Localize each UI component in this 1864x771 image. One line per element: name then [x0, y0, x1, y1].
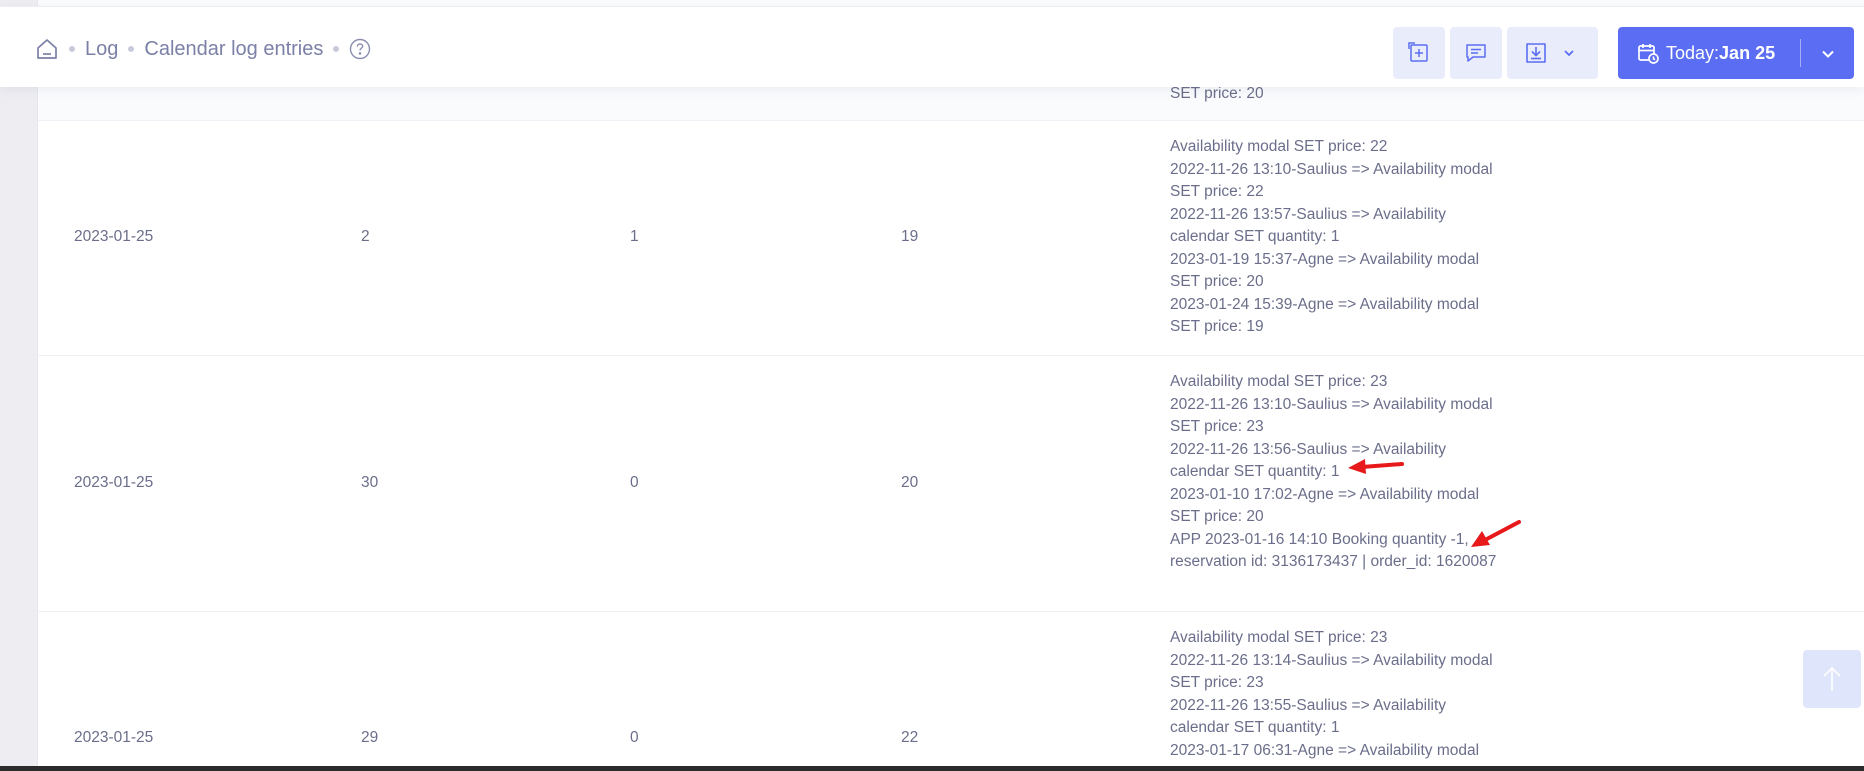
breadcrumb-link-log[interactable]: Log	[85, 38, 118, 61]
chevron-down-icon[interactable]	[1820, 46, 1836, 62]
value-cell: 22	[901, 729, 919, 746]
table-row: 2023-01-25 2 1 19 Availability modal SET…	[38, 121, 1864, 356]
annotation-arrow-icon	[1471, 520, 1521, 547]
log-line: Availability modal SET price: 23	[1170, 373, 1388, 390]
log-line: Availability modal SET price: 22	[1170, 138, 1388, 155]
log-line: 2023-01-10 17:02-Agne => Availability mo…	[1170, 485, 1480, 503]
log-line: 2023-01-24 15:39-Agne => Availability mo…	[1170, 295, 1480, 313]
log-line: calendar SET quantity: 1	[1170, 228, 1340, 245]
comment-icon	[1466, 44, 1486, 62]
download-icon	[1526, 43, 1546, 63]
taskbar-strip	[0, 766, 1864, 771]
log-line: 2023-01-19 15:37-Agne => Availability mo…	[1170, 250, 1480, 268]
value-cell: 30	[361, 474, 379, 491]
add-square-icon	[1408, 42, 1428, 62]
log-entries: Availability modal SET price: 23 2022-11…	[1170, 627, 1530, 762]
log-entries: Availability modal SET price: 22 2022-11…	[1170, 136, 1530, 339]
value-cell: 20	[901, 474, 919, 491]
today-label: Today:	[1666, 42, 1720, 63]
log-line: calendar SET quantity: 1	[1170, 719, 1340, 736]
chevron-down-icon	[1564, 50, 1574, 57]
log-line: SET price: 23	[1170, 418, 1264, 435]
today-date-button[interactable]: Today: Jan 25	[1618, 27, 1854, 79]
table-row: 2023-01-25 30 0 20 Availability modal SE…	[38, 356, 1864, 612]
value-cell: 2	[361, 228, 370, 245]
value-cell: 1	[630, 228, 639, 245]
breadcrumb-separator	[333, 46, 340, 52]
help-icon[interactable]	[349, 38, 371, 60]
breadcrumb-current: Calendar log entries	[144, 37, 324, 60]
log-line: reservation id: 3136173437 | order_id: 1…	[1170, 553, 1497, 570]
log-line: 2022-11-26 13:14-Saulius => Availability…	[1170, 651, 1493, 669]
log-line: SET price: 23	[1170, 674, 1264, 691]
annotation-arrow-icon	[1348, 459, 1404, 474]
download-dropdown-button[interactable]	[1507, 27, 1598, 79]
log-line: 2023-01-17 06:31-Agne => Availability mo…	[1170, 741, 1480, 759]
arrow-up-icon	[1823, 666, 1841, 691]
value-cell: 29	[361, 729, 379, 746]
log-line: Availability modal SET price: 23	[1170, 629, 1388, 646]
log-line: 2022-11-26 13:10-Saulius => Availability…	[1170, 395, 1493, 413]
button-divider	[1800, 39, 1801, 67]
log-line: SET price: 19	[1170, 318, 1264, 335]
comments-button[interactable]	[1450, 27, 1502, 79]
date-cell: 2023-01-25	[74, 474, 154, 491]
log-line: 2022-11-26 13:10-Saulius => Availability…	[1170, 160, 1493, 178]
scroll-to-top-button[interactable]	[1803, 650, 1861, 708]
home-icon[interactable]	[35, 37, 59, 61]
breadcrumb-separator	[128, 46, 135, 52]
breadcrumb-separator	[69, 46, 75, 52]
top-header-bar: Log Calendar log entries Today: Jan 25	[0, 6, 1864, 87]
calendar-clock-icon	[1638, 44, 1659, 64]
value-cell: 0	[630, 474, 639, 491]
table-row: 2023-01-25 29 0 22 Availability modal SE…	[38, 612, 1864, 771]
date-cell: 2023-01-25	[74, 729, 154, 746]
log-line: SET price: 22	[1170, 183, 1264, 200]
today-date: Jan 25	[1719, 42, 1776, 63]
value-cell: 0	[630, 729, 639, 746]
log-line: SET price: 20	[1170, 273, 1264, 290]
log-line: 2022-11-26 13:55-Saulius => Availability	[1170, 696, 1447, 714]
log-line: 2022-11-26 13:57-Saulius => Availability	[1170, 205, 1447, 223]
value-cell: 19	[901, 228, 919, 245]
breadcrumb: Log Calendar log entries	[35, 33, 371, 65]
add-entry-button[interactable]	[1393, 27, 1445, 79]
date-cell: 2023-01-25	[74, 228, 154, 245]
